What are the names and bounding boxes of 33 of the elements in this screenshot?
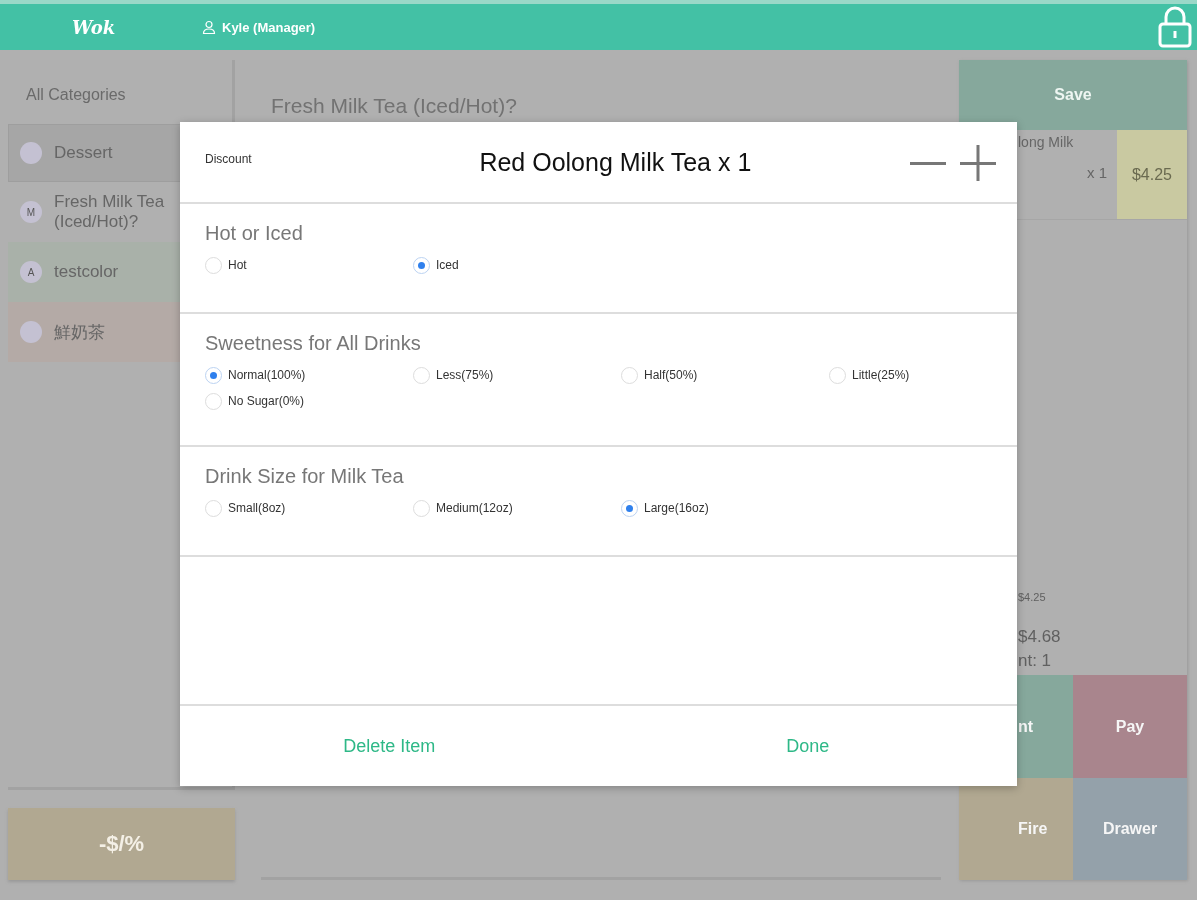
option-group-title: Drink Size for Milk Tea [205,465,405,488]
radio-option[interactable]: Large(16oz) [621,498,829,518]
app-logo: Wok [72,16,117,38]
all-categories-label[interactable]: All Categories [8,60,232,124]
plus-icon[interactable] [959,144,997,182]
radio-option[interactable]: Half(50%) [621,365,829,385]
user-icon [202,20,216,34]
category-dot-icon [20,321,42,343]
radio-option[interactable]: No Sugar(0%) [205,391,413,411]
order-item-quantity: x 1 [1087,164,1107,181]
action-button[interactable]: Drawer [1073,778,1187,880]
item-price: $4.25 [1117,130,1187,219]
delete-item-button[interactable]: Delete Item [333,729,446,763]
radio-option[interactable]: Less(75%) [413,365,621,385]
order-item-name[interactable]: long Milk [1018,134,1107,150]
item-count: nt: 1 [1018,650,1053,672]
radio-option[interactable]: Little(25%) [829,365,1037,385]
category-dot-icon [20,142,42,164]
dialog-title: Red Oolong Milk Tea x 1 [479,148,752,177]
lock-icon[interactable] [1157,6,1193,48]
radio-option[interactable]: Normal(100%) [205,365,413,385]
action-button[interactable]: Pay [1073,675,1187,778]
radio-option[interactable]: Medium(12oz) [413,498,621,518]
category-badge: A [20,261,42,283]
user-name[interactable]: Kyle (Manager) [222,19,316,35]
menu-title: Fresh Milk Tea (Iced/Hot)? [271,94,517,117]
total-value: $4.68 [1018,626,1062,648]
category-badge: M [20,201,42,223]
done-button[interactable]: Done [776,729,840,763]
radio-option[interactable]: Small(8oz) [205,498,413,518]
radio-option[interactable]: Iced [413,255,621,275]
subtotal-value: $4.25 [1018,591,1047,603]
save-button[interactable]: Save [959,60,1187,130]
